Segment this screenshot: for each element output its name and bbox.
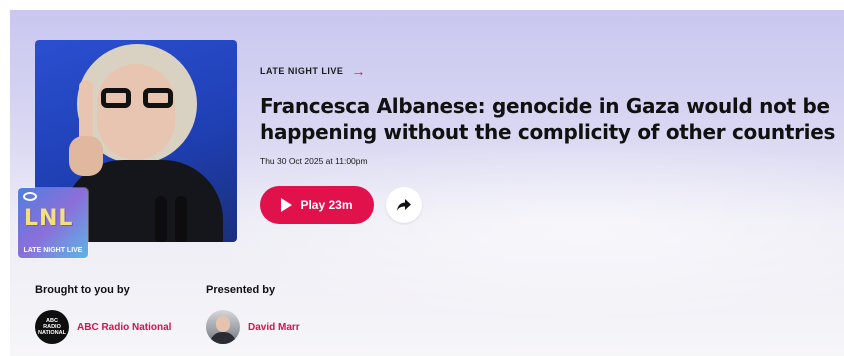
show-logo-name: LATE NIGHT LIVE xyxy=(23,247,83,254)
presenter-name: David Marr xyxy=(248,321,300,333)
abc-logo-icon xyxy=(23,192,37,201)
network-name: ABC Radio National xyxy=(77,321,172,333)
program-link[interactable]: LATE NIGHT LIVE → xyxy=(260,63,366,79)
abc-radio-national-logo: ABC RADIO NATIONAL xyxy=(35,310,69,344)
episode-title: Francesca Albanese: genocide in Gaza wou… xyxy=(260,94,836,144)
episode-date: Thu 30 Oct 2025 at 11:00pm xyxy=(260,156,368,166)
share-icon xyxy=(397,199,411,211)
network-link[interactable]: ABC RADIO NATIONAL ABC Radio National xyxy=(35,310,171,344)
play-icon xyxy=(281,198,293,212)
presented-by-label: Presented by xyxy=(206,284,276,296)
network-logo-line: NATIONAL xyxy=(37,330,66,336)
brought-to-you-label: Brought to you by xyxy=(35,284,130,296)
glasses-shape xyxy=(101,88,173,108)
hand-shape xyxy=(69,136,103,176)
microphone-shape xyxy=(155,196,167,242)
avatar-shoulders xyxy=(210,332,236,344)
play-button[interactable]: Play 23m xyxy=(260,186,374,224)
presenter-link[interactable]: David Marr xyxy=(206,310,300,344)
play-label: Play 23m xyxy=(300,198,353,212)
microphone-shape xyxy=(175,196,187,242)
avatar-head xyxy=(216,316,230,332)
episode-hero-card: LNL LATE NIGHT LIVE LATE NIGHT LIVE → Fr… xyxy=(10,10,844,356)
share-button[interactable] xyxy=(386,187,422,223)
presenter-avatar xyxy=(206,310,240,344)
show-logo[interactable]: LNL LATE NIGHT LIVE xyxy=(18,188,88,258)
arrow-right-icon: → xyxy=(351,63,366,79)
face-shape xyxy=(97,64,175,160)
show-logo-letters: LNL xyxy=(24,206,74,231)
program-label: LATE NIGHT LIVE xyxy=(260,66,344,76)
